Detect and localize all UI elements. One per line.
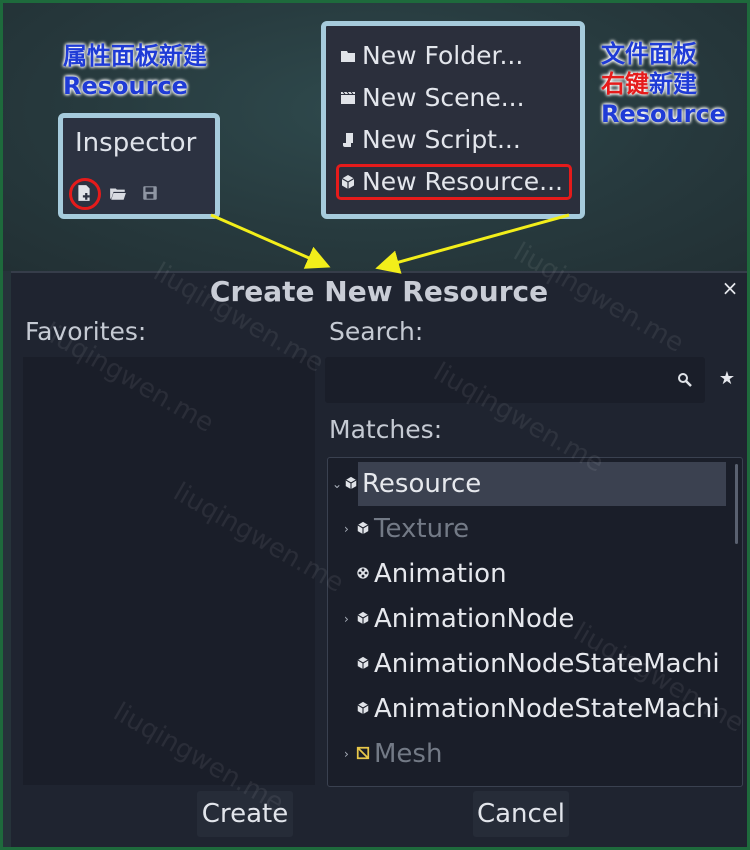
create-resource-dialog: Create New Resource × Favorites: Search:…	[11, 271, 747, 847]
screenshot-frame: 属性面板新建 Resource 文件面板 右键新建 Resource Inspe…	[3, 3, 747, 847]
tree-row-texture[interactable]: Texture	[374, 507, 469, 551]
menu-item-new-resource[interactable]: New Resource...	[336, 164, 572, 200]
filesystem-caption: 文件面板 右键新建 Resource	[601, 39, 726, 129]
filesystem-caption-line1: 文件面板	[601, 40, 697, 68]
dialog-title: Create New Resource	[209, 275, 549, 308]
new-resource-icon[interactable]	[75, 184, 93, 202]
inspector-caption-line1: 属性面板新建	[63, 42, 207, 70]
resource-cube-icon	[357, 611, 369, 625]
folder-icon	[341, 51, 355, 62]
matches-label: Matches:	[329, 415, 443, 444]
resource-cube-icon	[357, 521, 369, 535]
search-label: Search:	[329, 317, 424, 346]
menu-item-label: New Folder...	[362, 41, 524, 70]
chevron-right-icon[interactable]: ›	[344, 597, 354, 641]
tree-row-label: AnimationNodeStateMachi	[374, 694, 720, 724]
folder-open-icon[interactable]	[109, 184, 127, 202]
tree-row-animation[interactable]: Animation	[374, 552, 507, 596]
favorite-star-button[interactable]: ★	[717, 369, 737, 389]
tree-row-animationnode[interactable]: AnimationNode	[374, 597, 574, 641]
chevron-right-icon[interactable]: ›	[344, 732, 354, 776]
inspector-title: Inspector	[75, 128, 197, 158]
filesystem-caption-new: 新建	[649, 70, 697, 98]
filesystem-caption-line3: Resource	[601, 100, 726, 128]
save-icon[interactable]	[141, 184, 159, 202]
inspector-panel: Inspector	[58, 113, 220, 219]
create-button[interactable]: Create	[197, 791, 293, 837]
search-input[interactable]	[325, 357, 705, 403]
tree-row-label: AnimationNode	[374, 604, 575, 634]
search-icon	[678, 373, 692, 387]
menu-item-new-scene[interactable]: New Scene...	[336, 80, 572, 116]
clapperboard-icon	[341, 91, 355, 104]
chevron-right-icon[interactable]: ›	[344, 507, 354, 551]
tree-row-label: Animation	[374, 559, 507, 589]
tree-row-statemachine-1[interactable]: AnimationNodeStateMachi	[374, 642, 720, 686]
matches-tree[interactable]: Resource ⌄ Texture › Animation Animation…	[327, 457, 743, 787]
resource-cube-icon	[357, 701, 369, 715]
resource-cube-icon	[341, 175, 355, 189]
animation-icon	[357, 567, 369, 579]
menu-item-label: New Resource...	[362, 167, 563, 196]
menu-item-new-script[interactable]: New Script...	[336, 122, 572, 158]
menu-item-label: New Scene...	[362, 83, 525, 112]
chevron-down-icon[interactable]: ⌄	[332, 462, 342, 506]
resource-cube-icon	[357, 656, 369, 670]
tree-row-statemachine-2[interactable]: AnimationNodeStateMachi	[374, 687, 720, 731]
inspector-caption: 属性面板新建 Resource	[63, 41, 207, 101]
filesystem-caption-right-click: 右键	[601, 70, 649, 98]
favorites-list[interactable]	[23, 357, 315, 785]
file-context-menu: New Folder... New Scene... New Script...…	[321, 21, 585, 219]
tree-scrollbar[interactable]	[735, 464, 738, 544]
tree-row-label: Mesh	[374, 739, 443, 769]
close-button[interactable]: ×	[719, 277, 741, 299]
script-icon	[343, 133, 353, 147]
menu-item-label: New Script...	[362, 125, 521, 154]
resource-cube-icon	[345, 476, 357, 490]
menu-item-new-folder[interactable]: New Folder...	[336, 38, 572, 74]
favorites-label: Favorites:	[25, 317, 147, 346]
mesh-icon	[356, 746, 370, 760]
tree-row-resource[interactable]: Resource	[358, 462, 726, 506]
tree-row-label: AnimationNodeStateMachi	[374, 649, 720, 679]
tree-row-label: Resource	[362, 469, 482, 499]
tree-row-mesh[interactable]: Mesh	[374, 732, 442, 776]
cancel-button[interactable]: Cancel	[473, 791, 569, 837]
inspector-caption-line2: Resource	[63, 72, 188, 100]
tree-row-label: Texture	[374, 514, 470, 544]
